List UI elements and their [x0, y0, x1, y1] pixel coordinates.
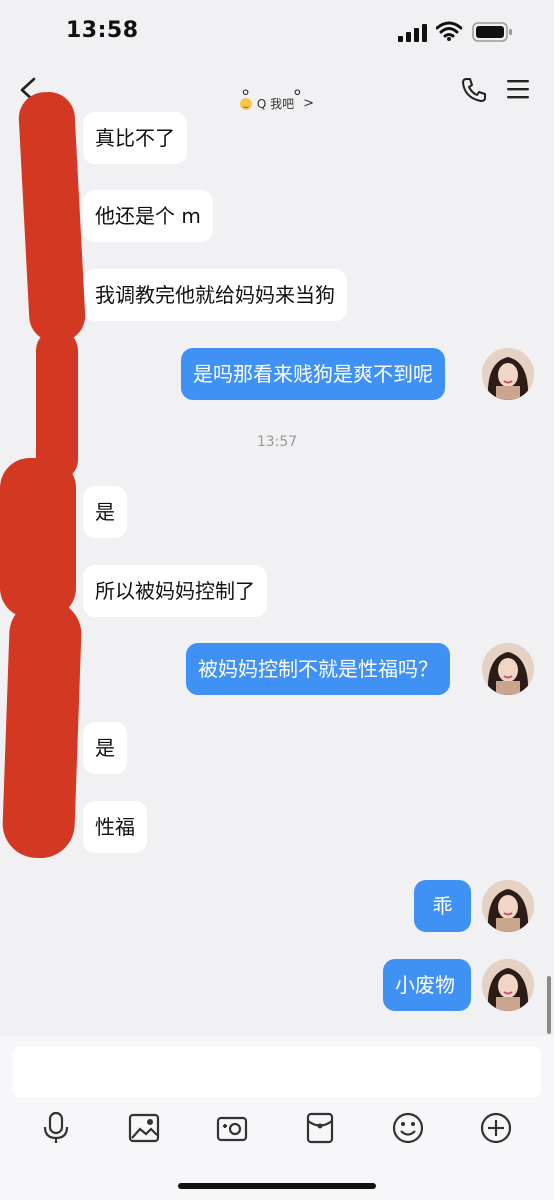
message-bubble-outgoing[interactable]: 乖 — [414, 880, 471, 932]
image-icon[interactable] — [126, 1110, 162, 1146]
subtitle-text: Q 我吧 — [256, 97, 295, 111]
status-time: 13:58 — [66, 18, 139, 43]
message-bubble-outgoing[interactable]: 小废物 — [383, 959, 471, 1011]
status-bar: 13:58 — [0, 0, 554, 64]
battery-icon — [472, 22, 512, 42]
message-bubble-incoming[interactable]: 是 — [83, 722, 127, 774]
plus-icon[interactable] — [478, 1110, 514, 1146]
message-bubble-incoming[interactable]: 他还是个 m — [83, 190, 213, 242]
message-bubble-incoming[interactable]: 所以被妈妈控制了 — [83, 565, 267, 617]
message-bubble-outgoing[interactable]: 被妈妈控制不就是性福吗？ — [186, 643, 450, 695]
message-timestamp: 13:57 — [256, 434, 298, 450]
wifi-icon — [436, 21, 462, 41]
microphone-icon[interactable] — [38, 1110, 74, 1146]
user-avatar[interactable] — [482, 348, 534, 400]
emoji-icon[interactable] — [390, 1110, 426, 1146]
home-indicator[interactable] — [178, 1183, 376, 1189]
user-avatar[interactable] — [482, 643, 534, 695]
message-input[interactable] — [13, 1046, 541, 1098]
user-avatar[interactable] — [482, 959, 534, 1011]
message-bubble-incoming[interactable]: 性福 — [83, 801, 147, 853]
message-bubble-incoming[interactable]: 我调教完他就给妈妈来当狗 — [83, 269, 347, 321]
chat-header: 。 。 Q 我吧 > — [0, 64, 554, 118]
camera-icon[interactable] — [214, 1110, 250, 1146]
smile-emoji-icon — [239, 97, 252, 110]
cellular-signal-icon — [398, 24, 427, 42]
menu-icon[interactable] — [506, 78, 530, 100]
phone-call-icon[interactable] — [460, 76, 488, 104]
user-avatar[interactable] — [482, 880, 534, 932]
message-bubble-incoming[interactable]: 是 — [83, 486, 127, 538]
scrollbar[interactable] — [547, 976, 551, 1034]
message-bubble-incoming[interactable]: 真比不了 — [83, 112, 187, 164]
chevron-right-icon: > — [303, 96, 315, 111]
message-bubble-outgoing[interactable]: 是吗那看来贱狗是爽不到呢 — [181, 348, 445, 400]
red-packet-icon[interactable] — [302, 1110, 338, 1146]
input-area — [0, 1036, 554, 1200]
